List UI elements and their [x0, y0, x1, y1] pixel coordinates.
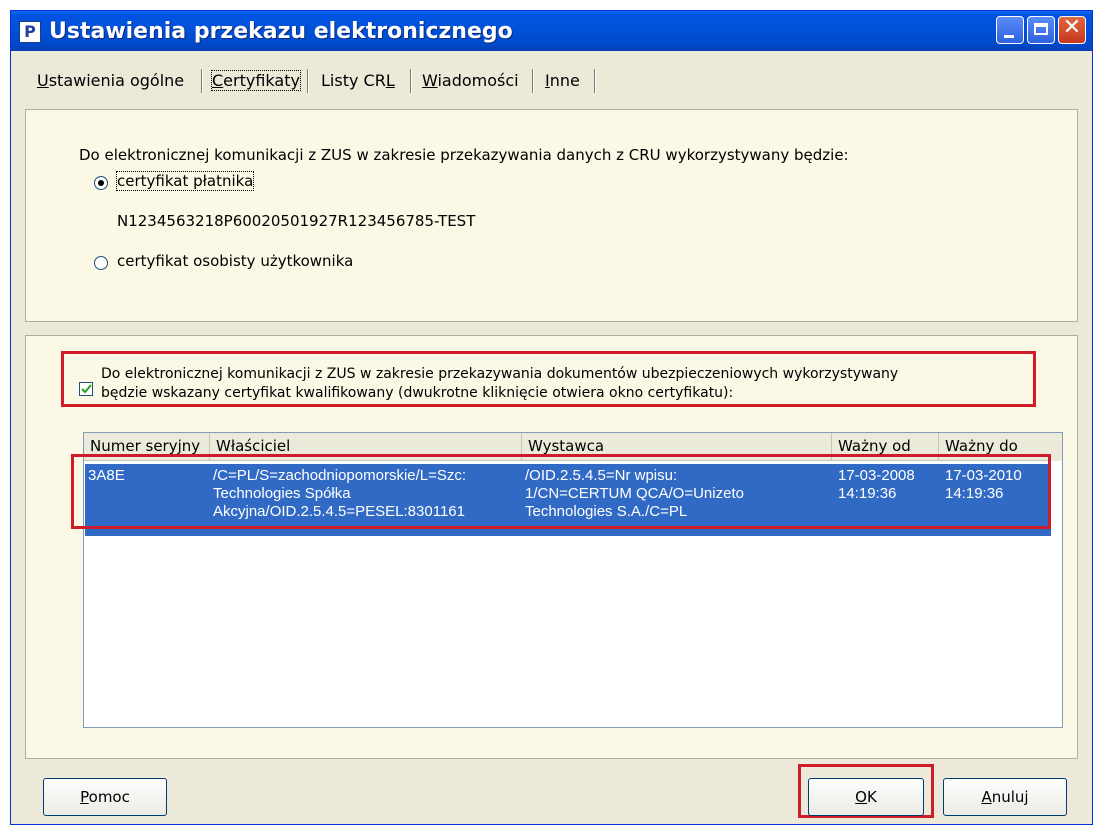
payer-certificate-id: N1234563218P60020501927R123456785-TEST — [117, 212, 476, 230]
tab-general[interactable]: Ustawienia ogólne — [37, 71, 184, 90]
close-button[interactable]: ✕ — [1058, 15, 1086, 44]
close-icon: ✕ — [1062, 15, 1082, 40]
tab-separator — [532, 69, 534, 93]
checkbox-label-line1: Do elektronicznej komunikacji z ZUS w za… — [101, 366, 899, 382]
cancel-button[interactable]: Anuluj — [943, 778, 1067, 816]
header-corner — [1050, 433, 1062, 461]
title-bar[interactable]: P Ustawienia przekazu elektronicznego ✕ — [11, 11, 1092, 51]
dialog-window: P Ustawienia przekazu elektronicznego ✕ … — [10, 10, 1093, 825]
tab-crl-lists[interactable]: Listy CRL — [321, 71, 395, 90]
minimize-button[interactable] — [996, 16, 1024, 44]
app-icon: P — [19, 21, 41, 43]
tab-bar: Ustawienia ogólne Certyfikaty Listy CRL … — [11, 67, 1092, 97]
personal-certificate-radio[interactable] — [94, 256, 108, 270]
tab-other[interactable]: Inne — [545, 71, 580, 90]
tab-separator — [410, 69, 412, 93]
tab-messages[interactable]: Wiadomości — [422, 71, 519, 90]
qualified-certificate-checkbox[interactable] — [79, 382, 93, 396]
payer-certificate-label[interactable]: certyfikat płatnika — [115, 171, 255, 191]
cru-intro-text: Do elektronicznej komunikacji z ZUS w za… — [79, 146, 849, 164]
tab-certificates[interactable]: Certyfikaty — [211, 70, 301, 91]
payer-certificate-radio[interactable] — [94, 176, 108, 190]
help-button[interactable]: Pomoc — [43, 778, 167, 816]
ok-button[interactable]: OK — [808, 778, 924, 816]
checkbox-label-line2: będzie wskazany certyfikat kwalifikowany… — [101, 385, 734, 401]
checkmark-icon — [81, 384, 92, 394]
maximize-button[interactable] — [1027, 16, 1055, 44]
window-title: Ustawienia przekazu elektronicznego — [49, 19, 513, 44]
tab-separator — [201, 69, 203, 93]
tab-separator — [307, 69, 309, 93]
tab-separator — [594, 69, 596, 93]
row-highlight-frame — [71, 454, 1051, 529]
personal-certificate-label[interactable]: certyfikat osobisty użytkownika — [117, 252, 353, 270]
